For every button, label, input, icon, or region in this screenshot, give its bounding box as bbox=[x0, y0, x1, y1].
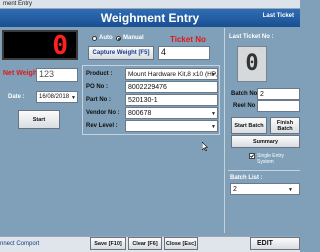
auto-radio[interactable] bbox=[92, 36, 97, 41]
comport-status: nnect Comport bbox=[0, 241, 40, 247]
vendor-no-combo[interactable]: 800678 ▼ bbox=[125, 107, 218, 119]
po-no-label: PO No : bbox=[86, 84, 108, 90]
right-panel-divider bbox=[224, 28, 225, 233]
capture-weight-button[interactable]: Capture Weight [F5] bbox=[88, 46, 154, 60]
date-field[interactable]: 16/08/2018 ▼ bbox=[36, 91, 78, 103]
calendar-dropdown-icon[interactable]: ▼ bbox=[71, 94, 76, 102]
window-title: ment Entry bbox=[3, 1, 33, 7]
product-value: Mount Hardware Kit,8 x10 (HP, bbox=[128, 71, 218, 78]
reel-no-label: Reel No : bbox=[233, 103, 260, 109]
edit-button[interactable]: EDIT bbox=[250, 237, 300, 250]
product-dropdown-icon[interactable]: ▼ bbox=[211, 71, 216, 79]
auto-label: Auto bbox=[99, 35, 113, 41]
finish-batch-button[interactable]: Finish Batch bbox=[270, 117, 300, 134]
start-batch-button[interactable]: Start Batch bbox=[231, 117, 267, 134]
vendor-dropdown-icon[interactable]: ▼ bbox=[211, 110, 216, 118]
po-no-field[interactable]: 8002229476 bbox=[125, 81, 218, 93]
batch-list-value: 2 bbox=[233, 186, 237, 193]
manual-label: Manual bbox=[123, 35, 144, 41]
weight-display: 0 bbox=[2, 30, 78, 61]
vendor-no-value: 800678 bbox=[128, 110, 152, 117]
mouse-cursor-icon bbox=[201, 138, 209, 152]
ticket-no-field[interactable]: 4 bbox=[158, 46, 210, 60]
product-combo[interactable]: Mount Hardware Kit,8 x10 (HP, ▼ bbox=[125, 68, 218, 80]
app-header: Weighment Entry Last Ticket bbox=[0, 9, 300, 27]
manual-radio[interactable] bbox=[116, 36, 121, 41]
net-weight-field[interactable]: 123 bbox=[36, 68, 78, 82]
header-last-ticket: Last Ticket bbox=[262, 13, 294, 19]
save-button[interactable]: Save [F10] bbox=[90, 237, 126, 250]
summary-button[interactable]: Summary bbox=[231, 135, 300, 148]
page-title: Weighment Entry bbox=[100, 11, 200, 25]
single-entry-label: Single Entry System bbox=[257, 153, 284, 165]
window-titlebar: ment Entry bbox=[0, 0, 300, 9]
batch-no-field[interactable]: 2 bbox=[257, 88, 300, 100]
single-entry-checkbox[interactable] bbox=[249, 153, 255, 159]
date-label: Date : bbox=[8, 94, 25, 100]
vendor-no-label: Vendor No : bbox=[86, 110, 120, 116]
last-ticket-label: Last Ticket No : bbox=[229, 34, 274, 40]
part-no-field[interactable]: 520130-1 bbox=[125, 94, 218, 106]
date-value: 16/08/2018 bbox=[39, 94, 70, 100]
ticket-no-label: Ticket No bbox=[170, 35, 206, 44]
batch-list-dropdown-icon[interactable]: ▼ bbox=[288, 186, 293, 194]
close-button[interactable]: Close [Esc] bbox=[164, 237, 198, 250]
last-ticket-value: 0 bbox=[245, 51, 259, 76]
batch-list-label: Batch List : bbox=[230, 175, 263, 181]
reel-no-field[interactable] bbox=[257, 100, 300, 112]
clear-button[interactable]: Clear [F6] bbox=[128, 237, 162, 250]
rev-level-label: Rev Level : bbox=[86, 123, 118, 129]
product-label: Product : bbox=[86, 71, 113, 77]
start-button[interactable]: Start bbox=[18, 110, 60, 129]
last-ticket-display: 0 bbox=[237, 46, 267, 82]
weight-display-value: 0 bbox=[52, 31, 68, 61]
part-no-label: Part No : bbox=[86, 97, 112, 103]
rev-level-dropdown-icon[interactable]: ▼ bbox=[211, 123, 216, 131]
rev-level-combo[interactable]: ▼ bbox=[125, 120, 218, 132]
batch-list-combo[interactable]: 2 ▼ bbox=[230, 183, 300, 195]
batch-list-divider bbox=[228, 170, 300, 171]
